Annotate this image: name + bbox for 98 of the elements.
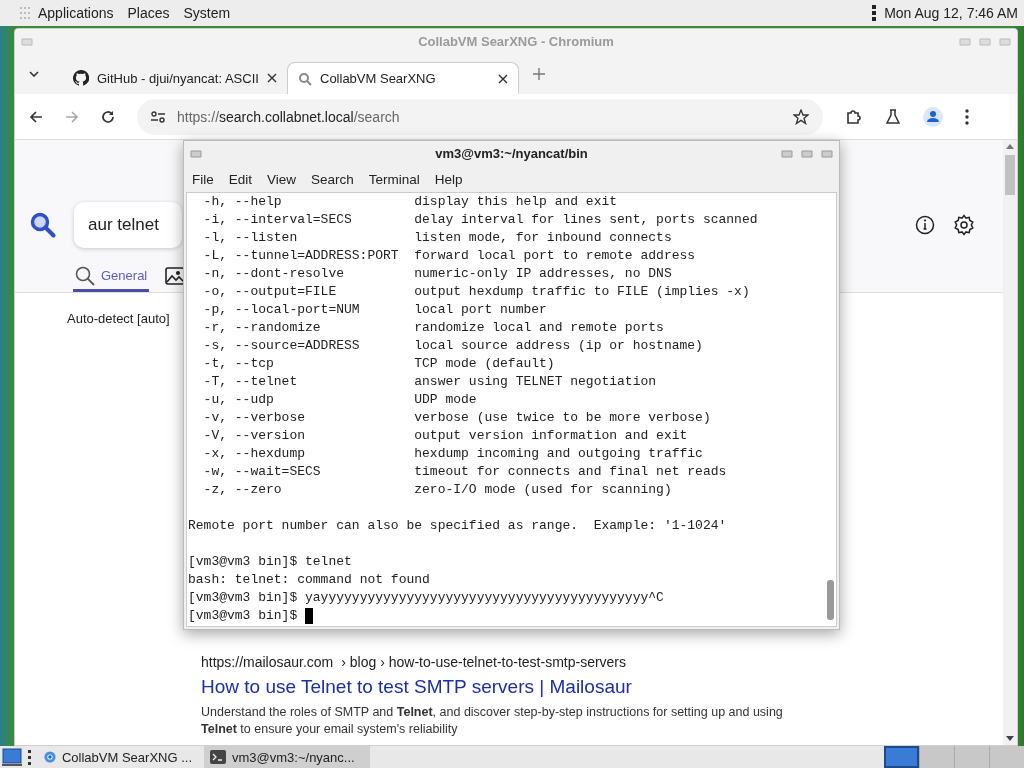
option-label: -w, --wait=SECS [202, 463, 322, 481]
window-control-icon[interactable] [801, 148, 813, 159]
option-description: numeric-only IP addresses, no DNS [414, 265, 672, 283]
apps-grid-icon [20, 7, 30, 19]
option-description: local source address (ip or hostname) [414, 337, 703, 355]
menu-icon[interactable] [965, 108, 969, 125]
option-description: zero-I/O mode (used for scanning) [414, 481, 672, 499]
option-label: -v, --verbose [202, 409, 306, 427]
option-label: -s, --source=ADDRESS [202, 337, 361, 355]
option-description: listen mode, for inbound connects [414, 229, 672, 247]
option-label: -p, --local-port=NUM [202, 301, 361, 319]
option-description: hexdump incoming and outgoing traffic [414, 445, 703, 463]
reload-icon[interactable] [101, 109, 115, 124]
window-title: CollabVM SearXNG - Chromium [418, 34, 614, 49]
option-label: -L, --tunnel=ADDRESS:PORT [202, 247, 400, 265]
github-icon [73, 70, 89, 86]
flask-icon[interactable] [885, 108, 901, 125]
option-description: answer using TELNET negotiation [414, 373, 657, 391]
option-label: -r, --randomize [202, 319, 322, 337]
menu-item[interactable]: Help [434, 171, 463, 187]
browser-tab[interactable]: CollabVM SearXNG [287, 62, 519, 94]
search-icon [75, 265, 95, 286]
option-label: -z, --zero [202, 481, 283, 499]
window-title: vm3@vm3:~/nyancat/bin [435, 146, 588, 161]
search-icon[interactable] [30, 212, 56, 238]
window-control-icon[interactable] [781, 148, 793, 159]
option-description: forward local port to remote address [414, 247, 696, 265]
menu-item[interactable]: File [192, 171, 214, 187]
option-description: timeout for connects and final net reads [414, 463, 727, 481]
option-description: delay interval for lines sent, ports scanned [414, 211, 758, 229]
searxng-icon [298, 71, 312, 86]
taskbar-button[interactable]: vm3@vm3:~/nyanc... [204, 746, 370, 768]
taskbar-button[interactable]: CollabVM SearXNG ... [38, 746, 198, 768]
show-desktop-icon[interactable] [2, 748, 22, 766]
option-label: -h, --help [202, 193, 283, 211]
window-control-icon[interactable] [821, 148, 833, 159]
option-label: -u, --udp [202, 391, 275, 409]
address-bar[interactable]: https://search.collabnet.local/search [137, 98, 823, 135]
result-breadcrumb: › blog › how-to-use-telnet-to-test-smtp-servers [341, 654, 627, 670]
terminal-line: Remote port number can also be specified as range. Example: '1-1024' [188, 517, 727, 535]
option-description: TCP mode (default) [414, 355, 555, 373]
image-icon [165, 266, 186, 285]
menu-item[interactable]: Search [311, 171, 354, 187]
terminal-line: [vm3@vm3 bin]$ yayyyyyyyyyyyyyyyyyyyyyyyyyyyyyyyyyyyyyyyyyy^C [188, 589, 664, 607]
terminal-line: bash: telnet: command not found [188, 571, 430, 589]
scroll-down-icon[interactable] [1006, 736, 1014, 741]
kebab-icon[interactable] [872, 5, 877, 21]
result-url: https://mailosaur.com [201, 654, 334, 670]
scroll-thumb[interactable] [826, 580, 834, 620]
option-label: -l, --listen [202, 229, 299, 247]
category-tab[interactable]: General [73, 262, 150, 292]
menu-item[interactable]: Edit [228, 171, 253, 187]
option-label: -T, --telnet [202, 373, 299, 391]
menu-item[interactable]: View [267, 171, 297, 187]
forward-icon[interactable] [65, 109, 79, 124]
tab-list-icon[interactable] [29, 71, 39, 77]
panel-menu[interactable]: System [183, 5, 231, 21]
menu-item[interactable]: Terminal [368, 171, 420, 187]
profile-icon[interactable] [923, 106, 943, 127]
browser-tab[interactable]: GitHub - djui/nyancat: ASCII [57, 62, 287, 94]
settings-icon[interactable] [953, 214, 975, 236]
option-description: randomize local and remote ports [414, 319, 664, 337]
panel-menu[interactable]: Applications [38, 5, 114, 21]
option-description: display this help and exit [414, 193, 618, 211]
clock[interactable]: Mon Aug 12, 7:46 AM [884, 5, 1018, 21]
terminal-line: [vm3@vm3 bin]$ telnet [188, 553, 352, 571]
option-label: -V, --version [202, 427, 306, 445]
close-icon[interactable] [267, 73, 277, 83]
terminal-prompt: [vm3@vm3 bin]$ [188, 607, 298, 625]
result-snippet: Understand the roles of SMTP and Telnet, and discover step-by-step instructions for setting up and using Telnet to ensure your email system's reliability [201, 704, 784, 738]
option-label: -n, --dont-resolve [202, 265, 346, 283]
terminal-icon [210, 750, 226, 764]
panel-menu[interactable]: Places [127, 5, 170, 21]
search-field[interactable]: aur telnet [74, 202, 182, 248]
back-icon[interactable] [29, 109, 43, 124]
site-info-icon[interactable] [151, 110, 165, 123]
window-menu-icon[interactable] [190, 148, 202, 159]
option-description: verbose (use twice to be more verbose) [414, 409, 711, 427]
new-tab-icon[interactable] [533, 68, 545, 80]
option-label: -i, --interval=SECS [202, 211, 353, 229]
scroll-up-icon[interactable] [1006, 144, 1014, 149]
scroll-thumb[interactable] [1005, 155, 1015, 195]
extensions-icon[interactable] [845, 107, 863, 126]
option-description: output hexdump traffic to FILE (implies -x) [414, 283, 750, 301]
option-description: UDP mode [414, 391, 477, 409]
info-icon[interactable] [915, 215, 935, 235]
browser-icon [44, 749, 56, 765]
language-selector[interactable]: Auto-detect [auto] [67, 311, 170, 326]
option-label: -x, --hexdump [202, 445, 306, 463]
bookmark-star-icon[interactable] [793, 108, 809, 125]
result-title-link[interactable]: How to use Telnet to test SMTP servers | Mailosaur [201, 676, 632, 698]
option-label: -t, --tcp [202, 355, 275, 373]
workspace-button[interactable] [884, 746, 919, 768]
close-icon[interactable] [498, 73, 508, 84]
option-description: output version information and exit [414, 427, 688, 445]
option-label: -o, --output=FILE [202, 283, 338, 301]
handle-icon[interactable] [28, 749, 32, 765]
option-description: local port number [414, 301, 547, 319]
